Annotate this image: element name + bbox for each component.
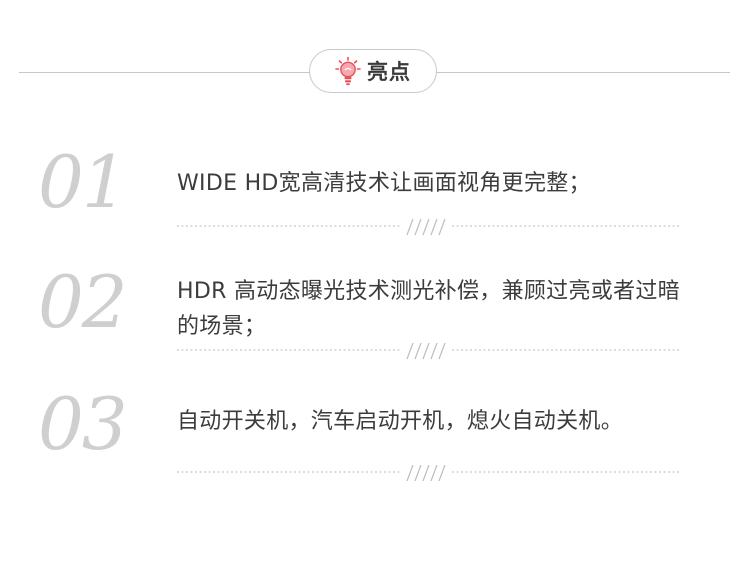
- dotted-divider: [177, 464, 680, 482]
- lightbulb-icon: [335, 56, 361, 86]
- feature-description: WIDE HD宽高清技术让画面视角更完整；: [177, 171, 591, 196]
- feature-number: 01: [38, 140, 128, 224]
- feature-description: HDR 高动态曝光技术测光补偿，兼顾过亮或者过暗的场景；: [177, 279, 680, 339]
- feature-number: 02: [38, 260, 128, 344]
- section-title: 亮点: [367, 60, 411, 84]
- dotted-divider: [177, 218, 680, 236]
- dotted-divider: [177, 342, 680, 360]
- section-header-badge: 亮点: [309, 49, 437, 93]
- feature-number: 03: [38, 382, 128, 466]
- feature-description: 自动开关机，汽车启动开机，熄火自动关机。: [177, 409, 624, 434]
